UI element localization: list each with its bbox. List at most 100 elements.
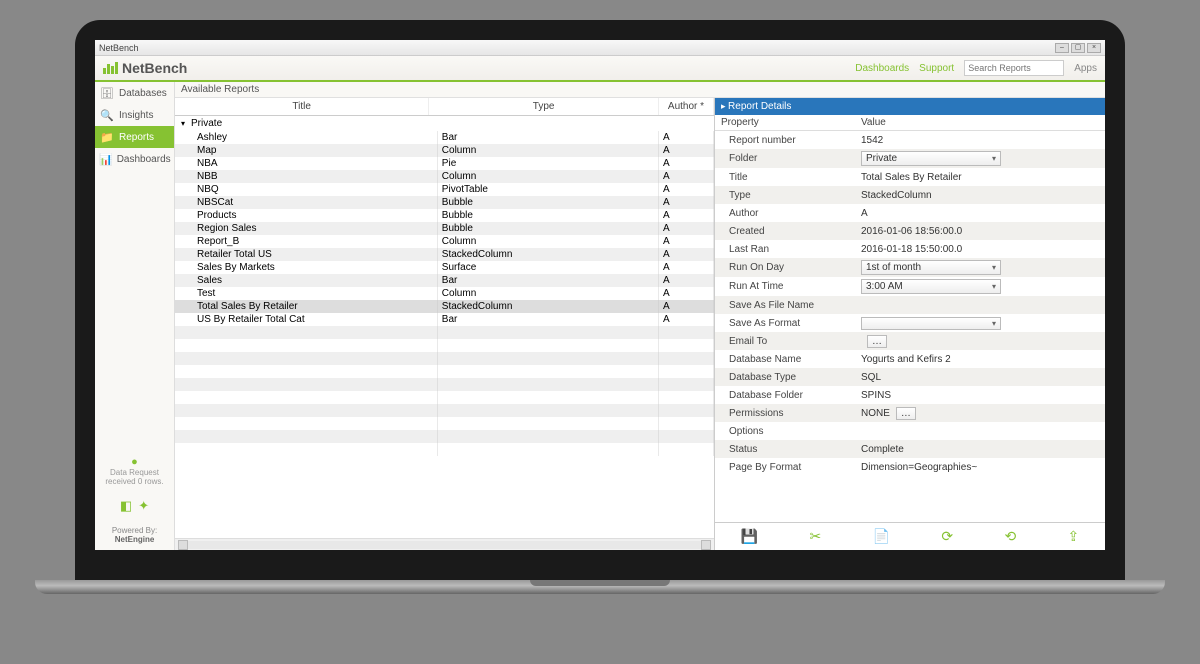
cell-author: A xyxy=(659,196,714,209)
prop-select[interactable]: ▾ xyxy=(861,317,1001,330)
prop-row: Run At Time3:00 AM▾ xyxy=(715,277,1105,296)
report-row[interactable]: AshleyBarA xyxy=(175,131,714,144)
prop-row: FolderPrivate▾ xyxy=(715,149,1105,168)
prop-label: Save As Format xyxy=(721,318,861,329)
prop-row: TypeStackedColumn xyxy=(715,186,1105,204)
prop-label: Save As File Name xyxy=(721,300,861,311)
report-row[interactable]: Region SalesBubbleA xyxy=(175,222,714,235)
prop-row: TitleTotal Sales By Retailer xyxy=(715,168,1105,186)
sidebar-item-dashboards[interactable]: 📊Dashboards xyxy=(95,148,174,170)
horizontal-scrollbar[interactable] xyxy=(175,538,714,550)
cell-type: StackedColumn xyxy=(438,300,659,313)
details-header[interactable]: Report Details xyxy=(715,98,1105,115)
sidebar-item-databases[interactable]: 🗄Databases xyxy=(95,82,174,104)
chevron-down-icon: ▾ xyxy=(992,263,996,272)
prop-row: Last Ran2016-01-18 15:50:00.0 xyxy=(715,240,1105,258)
prop-label: Status xyxy=(721,444,861,455)
prop-value: Complete xyxy=(861,444,904,455)
empty-row xyxy=(175,326,714,339)
sidebar-item-reports[interactable]: 📁Reports xyxy=(95,126,174,148)
window-titlebar: NetBench – ▢ × xyxy=(95,40,1105,56)
empty-row xyxy=(175,417,714,430)
powered-by: Powered By: NetEngine xyxy=(95,526,174,550)
header-link-support[interactable]: Support xyxy=(919,63,954,74)
col-header-author[interactable]: Author * xyxy=(659,98,714,115)
toolbar-cut-icon[interactable]: ✂ xyxy=(809,528,821,545)
sidebar: 🗄Databases🔍Insights📁Reports📊Dashboards ●… xyxy=(95,82,175,550)
cell-title: Products xyxy=(175,209,438,222)
toolbar-export-icon[interactable]: ⇪ xyxy=(1068,528,1080,545)
cell-type: Column xyxy=(438,170,659,183)
prop-row: Options xyxy=(715,422,1105,440)
grid-body: ▾PrivateAshleyBarAMapColumnANBAPieANBBCo… xyxy=(175,116,714,538)
prop-label: Database Type xyxy=(721,372,861,383)
sidebar-item-insights[interactable]: 🔍Insights xyxy=(95,104,174,126)
logo-bars-icon xyxy=(103,62,118,74)
window-minimize-button[interactable]: – xyxy=(1055,43,1069,53)
prop-value: 2016-01-18 15:50:00.0 xyxy=(861,244,962,255)
cell-type: Bar xyxy=(438,131,659,144)
toolbar-save-icon[interactable]: 💾 xyxy=(741,528,758,545)
available-reports-label: Available Reports xyxy=(175,82,1105,98)
report-row[interactable]: NBBColumnA xyxy=(175,170,714,183)
powered-by-name: NetEngine xyxy=(95,535,174,544)
details-toolbar: 💾 ✂ 📄 ⟳ ⟲ ⇪ xyxy=(715,522,1105,550)
props-col-value: Value xyxy=(861,117,886,128)
report-row[interactable]: MapColumnA xyxy=(175,144,714,157)
report-row[interactable]: SalesBarA xyxy=(175,274,714,287)
cell-author: A xyxy=(659,209,714,222)
report-row[interactable]: NBAPieA xyxy=(175,157,714,170)
col-header-type[interactable]: Type xyxy=(429,98,659,115)
prop-row: Database NameYogurts and Kefirs 2 xyxy=(715,350,1105,368)
props-col-property: Property xyxy=(721,117,861,128)
prop-label: Run On Day xyxy=(721,262,861,273)
prop-label: Last Ran xyxy=(721,244,861,255)
cell-title: Map xyxy=(175,144,438,157)
prop-select[interactable]: 1st of month▾ xyxy=(861,260,1001,275)
prop-label: Permissions xyxy=(721,408,861,419)
status-line1: Data Request xyxy=(97,468,172,477)
report-row[interactable]: NBQPivotTableA xyxy=(175,183,714,196)
sidebar-action-icon-2[interactable]: ✦ xyxy=(138,498,149,514)
cell-title: Report_B xyxy=(175,235,438,248)
report-row[interactable]: ProductsBubbleA xyxy=(175,209,714,222)
cell-author: A xyxy=(659,131,714,144)
report-row[interactable]: Retailer Total USStackedColumnA xyxy=(175,248,714,261)
prop-select[interactable]: Private▾ xyxy=(861,151,1001,166)
col-header-title[interactable]: Title xyxy=(175,98,429,115)
prop-select[interactable]: 3:00 AM▾ xyxy=(861,279,1001,294)
search-input[interactable] xyxy=(964,60,1064,76)
prop-label: Title xyxy=(721,172,861,183)
report-row[interactable]: NBSCatBubbleA xyxy=(175,196,714,209)
prop-value: Yogurts and Kefirs 2 xyxy=(861,354,951,365)
prop-more-button[interactable]: … xyxy=(896,407,916,420)
report-row[interactable]: TestColumnA xyxy=(175,287,714,300)
prop-label: Database Folder xyxy=(721,390,861,401)
cell-author: A xyxy=(659,274,714,287)
report-row[interactable]: US By Retailer Total CatBarA xyxy=(175,313,714,326)
prop-more-button[interactable]: … xyxy=(867,335,887,348)
toolbar-sync-icon[interactable]: ⟲ xyxy=(1004,528,1016,545)
prop-label: Report number xyxy=(721,135,861,146)
group-row-private[interactable]: ▾Private xyxy=(175,116,714,131)
sidebar-action-icon-1[interactable]: ◧ xyxy=(120,498,132,514)
report-row[interactable]: Total Sales By RetailerStackedColumnA xyxy=(175,300,714,313)
sidebar-item-label: Insights xyxy=(119,110,153,121)
toolbar-file-icon[interactable]: 📄 xyxy=(873,528,890,545)
report-row[interactable]: Sales By MarketsSurfaceA xyxy=(175,261,714,274)
window-maximize-button[interactable]: ▢ xyxy=(1071,43,1085,53)
window-close-button[interactable]: × xyxy=(1087,43,1101,53)
header-link-apps[interactable]: Apps xyxy=(1074,63,1097,74)
app-header: NetBench Dashboards Support Apps xyxy=(95,56,1105,82)
empty-row xyxy=(175,443,714,456)
cell-title: NBQ xyxy=(175,183,438,196)
empty-row xyxy=(175,365,714,378)
prop-value: SPINS xyxy=(861,390,891,401)
header-link-dashboards[interactable]: Dashboards xyxy=(855,63,909,74)
prop-label: Page By Format xyxy=(721,462,861,473)
cell-type: StackedColumn xyxy=(438,248,659,261)
cell-title: NBSCat xyxy=(175,196,438,209)
prop-row: Page By FormatDimension=Geographies~ xyxy=(715,458,1105,476)
report-row[interactable]: Report_BColumnA xyxy=(175,235,714,248)
toolbar-refresh-icon[interactable]: ⟳ xyxy=(941,528,953,545)
